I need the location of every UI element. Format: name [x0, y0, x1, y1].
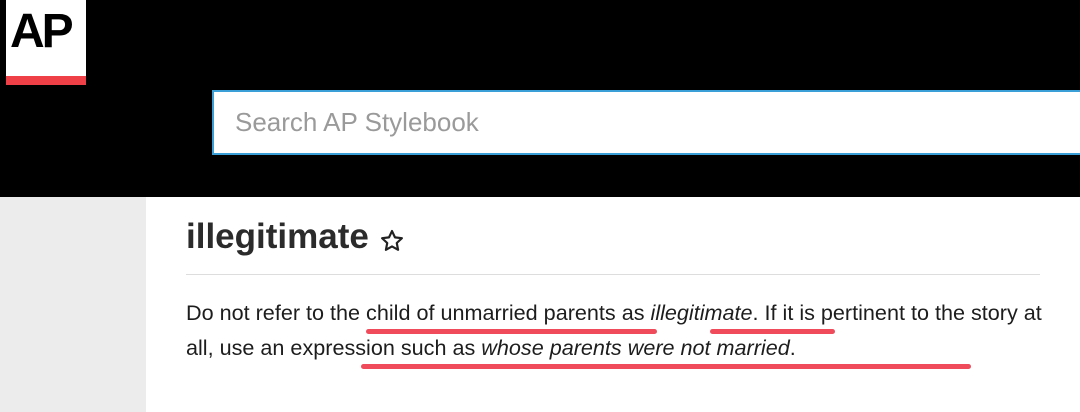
entry-title-row: illegitimate: [186, 212, 1042, 262]
search-input[interactable]: [212, 90, 1080, 155]
entry-title: illegitimate: [186, 217, 369, 256]
entry-content: illegitimate Do not refer to the child o…: [186, 212, 1042, 369]
left-sidebar: [0, 197, 146, 412]
star-icon[interactable]: [379, 228, 405, 254]
body-text-part-3: .: [789, 335, 796, 360]
site-header: AP: [0, 0, 1080, 197]
highlight-underline: [710, 329, 835, 334]
highlight-underline: [361, 364, 971, 369]
body-term-alternative: whose parents were not married: [481, 335, 790, 360]
body-term-illegitimate: illegitimate: [650, 300, 753, 325]
ap-logo[interactable]: AP: [6, 0, 86, 85]
highlight-underline: [366, 329, 657, 334]
title-divider: [186, 274, 1040, 275]
logo-text: AP: [10, 5, 74, 58]
body-text-part-1: Do not refer to the child of unmarried p…: [186, 300, 651, 325]
